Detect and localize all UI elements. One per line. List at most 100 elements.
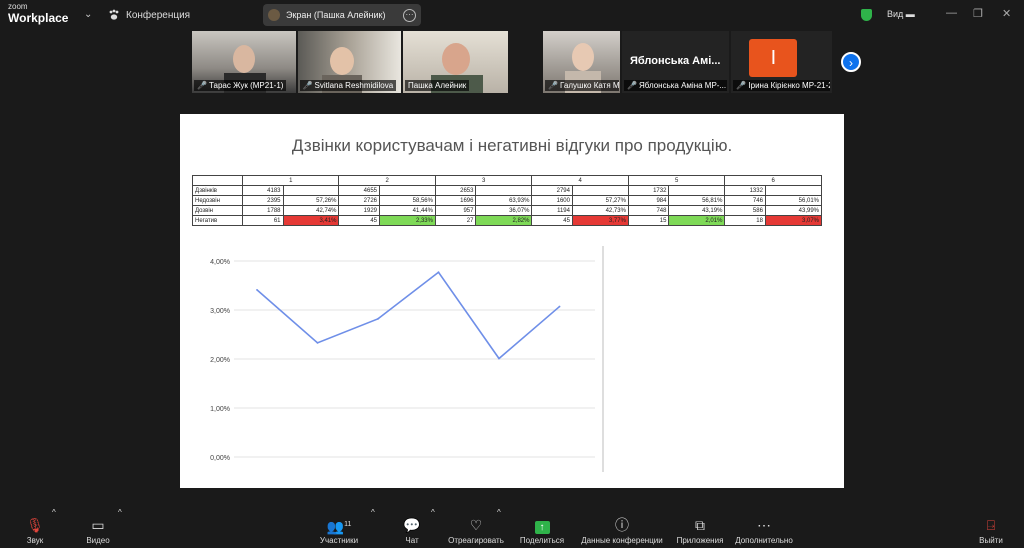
mic-muted-icon: 🎙 (26, 517, 44, 533)
participants-label: Участники (319, 536, 359, 545)
table-cell: 4655 (338, 185, 380, 196)
participant-tile[interactable]: І 🎤 Ірина Кірієнко МР-21-2 (731, 31, 832, 93)
screen-share-indicator[interactable]: Экран (Пашка Алейник) ··· (263, 4, 421, 26)
table-cell-percent: 42,74% (282, 205, 340, 216)
audio-label: Звук (26, 536, 44, 545)
table-cell-percent: 42,73% (571, 205, 629, 216)
table-header-row: 123456 (192, 175, 822, 186)
view-button[interactable]: Вид ▬ (887, 9, 915, 19)
brand-small: zoom (8, 2, 28, 11)
table-row: Недозвін 2395 57,26% 2726 58,56% 1696 63,93% 16… (192, 195, 823, 206)
participant-name: 🎤 Ірина Кірієнко МР-21-2 (733, 80, 830, 91)
data-table: 1 2 3 4 5 6 Дзвінків 4183 4655 2653 2794 1732 1332 Не… (192, 175, 823, 226)
shield-icon[interactable] (861, 9, 872, 21)
table-cell-percent: 36,07% (475, 205, 533, 216)
chat-button[interactable]: 💬 Чат (398, 508, 426, 548)
meeting-title[interactable]: Конференция (108, 9, 190, 21)
audio-button[interactable]: 🎙 Звук (18, 508, 52, 548)
table-column-header: 4 (531, 175, 629, 186)
apps-button[interactable]: ⧉ Приложения (672, 508, 728, 548)
info-label: Данные конференции (581, 536, 663, 545)
table-cell: 61 (242, 215, 284, 226)
apps-icon: ⧉ (695, 517, 705, 533)
table-cell: 1732 (627, 185, 670, 196)
app-logo: zoom Workplace (8, 2, 69, 25)
video-label: Видео (86, 536, 110, 545)
restore-icon[interactable]: ❐ (973, 7, 983, 20)
table-cell: 4183 (242, 185, 284, 196)
participant-display-name: Яблонська Амі... (629, 55, 721, 67)
chevron-down-icon[interactable]: ⌄ (84, 9, 92, 20)
chevron-up-icon[interactable]: ^ (497, 508, 501, 548)
strip-gap (509, 31, 542, 93)
leave-button[interactable]: ⍈ Выйти (976, 508, 1006, 548)
table-cell: 2395 (242, 195, 284, 206)
y-tick-label: 1,00% (210, 406, 230, 413)
minimize-icon[interactable]: — (946, 7, 957, 19)
participants-button[interactable]: 👥11 Участники (314, 508, 364, 548)
series-line (256, 271, 561, 360)
table-column-header: 6 (724, 175, 822, 186)
chat-icon: 💬 (403, 517, 421, 533)
table-cell: 27 (434, 215, 477, 226)
y-tick-label: 3,00% (210, 308, 230, 315)
video-button[interactable]: ▭ Видео (80, 508, 116, 548)
meeting-toolbar: 🎙 Звук ^ ▭ Видео ^ 👥11 Участники ^ 💬 Чат… (0, 508, 1024, 548)
chevron-right-icon: › (849, 56, 853, 70)
participant-strip: 🎤 Тарас Жук (МР21-1) 🎤 Svitlana Reshmidilo… (192, 31, 832, 93)
data-point (437, 271, 440, 274)
next-page-button[interactable]: › (841, 52, 861, 72)
chevron-up-icon[interactable]: ^ (52, 508, 56, 548)
more-icon[interactable]: ··· (403, 8, 416, 22)
participant-tile[interactable]: Яблонська Амі... 🎤 Яблонська Аміна МР-... (621, 31, 730, 93)
y-tick-label: 2,00% (210, 357, 230, 364)
chat-label: Чат (405, 536, 419, 545)
mic-muted-icon: 🎤 (197, 81, 207, 90)
meeting-title-label: Конференция (126, 9, 191, 21)
brand-main: Workplace (8, 11, 69, 25)
chevron-up-icon[interactable]: ^ (118, 508, 122, 548)
table-cell-percent: 58,56% (379, 195, 436, 206)
table-cell-percent: 41,44% (379, 205, 436, 216)
more-button[interactable]: ⋯ Дополнительно (730, 508, 798, 548)
table-cell-percent: 2,01% (668, 215, 726, 226)
table-cell: 18 (724, 215, 766, 226)
table-cell: 2653 (434, 185, 477, 196)
table-cell-percent (282, 185, 340, 196)
close-icon[interactable]: ✕ (1002, 7, 1011, 20)
table-cell: 1332 (724, 185, 766, 196)
paw-icon (109, 9, 119, 20)
table-column-header: 2 (338, 175, 436, 186)
chevron-up-icon[interactable]: ^ (431, 508, 435, 548)
table-cell-percent (668, 185, 726, 196)
table-cell-percent: 56,81% (668, 195, 726, 206)
participant-tile[interactable]: 🎤Галушко Катя МР-21-2 (543, 31, 620, 93)
table-corner (192, 175, 243, 186)
data-point (256, 289, 258, 291)
table-cell-percent (379, 185, 436, 196)
camera-icon: ▭ (91, 517, 105, 533)
table-cell-percent: 56,01% (764, 195, 823, 206)
data-point (498, 357, 500, 360)
table-cell: 1788 (242, 205, 284, 216)
table-cell-percent: 57,26% (282, 195, 340, 206)
leave-label: Выйти (979, 536, 1003, 545)
table-row-label: Негатив (192, 215, 243, 226)
table-cell-percent: 43,99% (764, 205, 823, 216)
mic-muted-icon: 🎤 (736, 81, 747, 90)
table-cell-percent: 63,93% (475, 195, 533, 206)
participant-name: 🎤 Svitlana Reshmidilova (299, 80, 397, 91)
participant-tile[interactable]: 🎤 Тарас Жук (МР21-1) (192, 31, 296, 93)
table-column-header: 1 (241, 175, 340, 186)
table-cell-percent (764, 185, 823, 196)
participant-tile[interactable]: 🎤 Svitlana Reshmidilova (297, 31, 402, 93)
participant-name: 🎤Галушко Катя МР-21-2 (545, 80, 619, 91)
chevron-up-icon[interactable]: ^ (371, 508, 375, 548)
table-cell: 2726 (338, 195, 380, 206)
table-row: Негатив 61 3,41% 45 2,33% 27 2,82% 45 3,77% 15 2,0… (192, 215, 823, 226)
participant-tile-active-speaker[interactable]: Пашка Алейник (403, 31, 508, 93)
share-button[interactable]: ↑ Поделиться (516, 508, 568, 548)
meeting-info-button[interactable]: ⓘ Данные конференции (578, 508, 666, 548)
table-row: Дзвінків 4183 4655 2653 2794 1732 1332 (192, 185, 823, 196)
table-cell: 45 (338, 215, 380, 226)
